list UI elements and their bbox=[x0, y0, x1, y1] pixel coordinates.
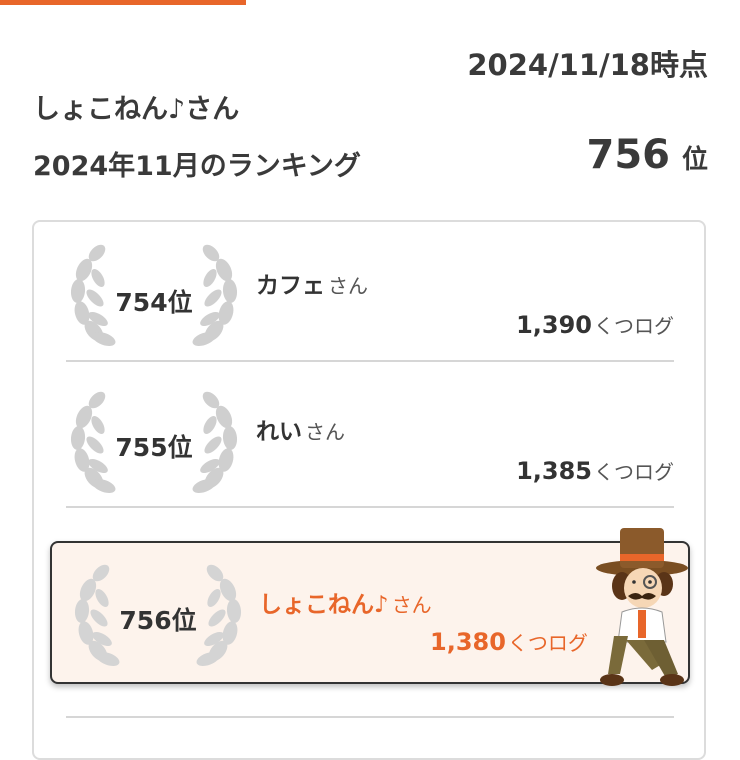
detective-mascot-illustration bbox=[592, 524, 692, 694]
ranker-name[interactable]: カフェ さん bbox=[256, 266, 368, 300]
rank-label: 754位 bbox=[115, 288, 193, 317]
as-of-date: 2024/11/18時点 bbox=[467, 48, 708, 82]
user-name: しょこねん♪さん bbox=[33, 94, 240, 125]
ranker-name-text: れい bbox=[256, 419, 302, 445]
my-rank: 756 位 bbox=[586, 132, 708, 178]
score: 1,385 くつログ bbox=[516, 456, 674, 485]
score-value: 1,385 bbox=[516, 457, 592, 485]
my-rank-number: 756 bbox=[586, 132, 670, 178]
score-unit: くつログ bbox=[594, 460, 674, 484]
rank-label: 755位 bbox=[115, 433, 193, 462]
score-value: 1,380 bbox=[430, 628, 506, 656]
my-name-text: しょこねん♪ bbox=[259, 592, 389, 618]
score-value: 1,390 bbox=[516, 311, 592, 339]
honorific: さん bbox=[391, 593, 432, 617]
my-score: 1,380 くつログ bbox=[430, 627, 588, 656]
ranker-name-text: カフェ bbox=[256, 273, 325, 299]
rank-label: 756位 bbox=[119, 606, 197, 635]
honorific: さん bbox=[305, 420, 345, 444]
my-name[interactable]: しょこねん♪ さん bbox=[259, 585, 432, 619]
ranking-caption: 2024年11月のランキング bbox=[33, 151, 361, 182]
honorific: さん bbox=[328, 274, 368, 298]
score: 1,390 くつログ bbox=[516, 310, 674, 339]
row-divider bbox=[66, 360, 674, 362]
score-unit: くつログ bbox=[594, 314, 674, 338]
my-rank-suffix: 位 bbox=[681, 145, 708, 175]
row-divider bbox=[66, 716, 674, 718]
top-accent-bar bbox=[0, 0, 246, 5]
ranker-name[interactable]: れい さん bbox=[256, 412, 345, 446]
row-divider bbox=[66, 506, 674, 508]
score-unit: くつログ bbox=[507, 631, 588, 655]
